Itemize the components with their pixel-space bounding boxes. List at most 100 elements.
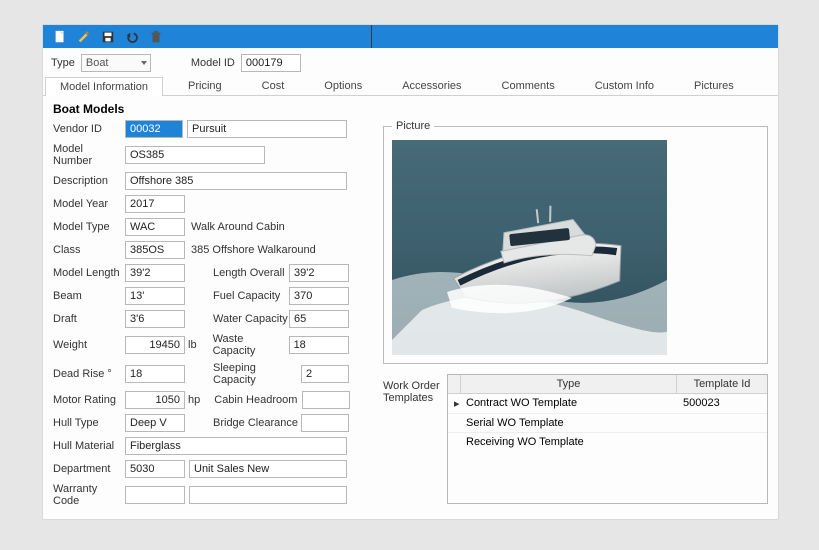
cabin-headroom-input[interactable] xyxy=(302,391,350,409)
td-template-id xyxy=(677,433,767,451)
tab-model-information[interactable]: Model Information xyxy=(45,77,163,96)
tab-options[interactable]: Options xyxy=(309,76,377,95)
picture-label: Picture xyxy=(392,120,434,132)
model-type-desc: Walk Around Cabin xyxy=(191,221,285,233)
th-type[interactable]: Type xyxy=(461,375,677,394)
form-right: Picture xyxy=(383,120,768,512)
vendor-id-desc[interactable] xyxy=(187,120,347,138)
work-order-table[interactable]: Type Template Id ▸ Contract WO Template … xyxy=(447,374,768,504)
model-type-label: Model Type xyxy=(53,221,125,233)
hull-material-label: Hull Material xyxy=(53,440,125,452)
water-capacity-input[interactable] xyxy=(289,310,349,328)
save-icon[interactable] xyxy=(101,30,115,44)
tab-cost[interactable]: Cost xyxy=(247,76,300,95)
delete-icon[interactable] xyxy=(149,30,163,44)
tab-pricing[interactable]: Pricing xyxy=(173,76,237,95)
model-type-input[interactable] xyxy=(125,218,185,236)
model-number-input[interactable] xyxy=(125,146,265,164)
tab-custom-info[interactable]: Custom Info xyxy=(580,76,669,95)
tab-accessories[interactable]: Accessories xyxy=(387,76,476,95)
boat-picture xyxy=(392,140,667,355)
table-empty-area xyxy=(448,451,767,503)
draft-label: Draft xyxy=(53,313,125,325)
top-filter: Type Model ID xyxy=(43,48,778,76)
warranty-code-desc[interactable] xyxy=(189,486,347,504)
department-desc[interactable] xyxy=(189,460,347,478)
hull-material-input[interactable] xyxy=(125,437,347,455)
table-header: Type Template Id xyxy=(448,375,767,394)
td-type: Serial WO Template xyxy=(460,414,677,432)
length-overall-label: Length Overall xyxy=(213,267,289,279)
work-order-block: Work Order Templates Type Template Id ▸ … xyxy=(383,374,768,504)
td-template-id: 500023 xyxy=(677,394,767,413)
td-type: Contract WO Template xyxy=(460,394,677,413)
fuel-capacity-input[interactable] xyxy=(289,287,349,305)
length-overall-input[interactable] xyxy=(289,264,349,282)
hull-type-input[interactable] xyxy=(125,414,185,432)
type-label: Type xyxy=(51,57,75,69)
weight-input[interactable] xyxy=(125,336,185,354)
undo-icon[interactable] xyxy=(125,30,139,44)
description-label: Description xyxy=(53,175,125,187)
row-pointer-icon: ▸ xyxy=(448,394,460,413)
motor-rating-input[interactable] xyxy=(125,391,185,409)
section-title: Boat Models xyxy=(53,102,768,116)
td-template-id xyxy=(677,414,767,432)
hull-type-label: Hull Type xyxy=(53,417,125,429)
form-left: Vendor ID Model Number Description Model… xyxy=(53,120,373,512)
table-row[interactable]: ▸ Contract WO Template 500023 xyxy=(448,394,767,414)
content: Boat Models Vendor ID Model Number Descr… xyxy=(43,96,778,518)
toolbar-divider xyxy=(371,25,372,48)
tab-pictures[interactable]: Pictures xyxy=(679,76,749,95)
dead-rise-label: Dead Rise ° xyxy=(53,368,125,380)
model-id-label: Model ID xyxy=(191,57,235,69)
work-order-label: Work Order Templates xyxy=(383,374,441,504)
warranty-code-label: Warranty Code xyxy=(53,483,125,507)
weight-unit: lb xyxy=(188,339,197,351)
motor-rating-unit: hp xyxy=(188,394,200,406)
bridge-clearance-input[interactable] xyxy=(301,414,349,432)
model-year-input[interactable] xyxy=(125,195,185,213)
model-number-label: Model Number xyxy=(53,143,125,167)
tabs: Model Information Pricing Cost Options A… xyxy=(43,76,778,96)
waste-capacity-input[interactable] xyxy=(289,336,349,354)
table-row[interactable]: Receiving WO Template xyxy=(448,433,767,451)
model-length-input[interactable] xyxy=(125,264,185,282)
description-input[interactable] xyxy=(125,172,347,190)
weight-label: Weight xyxy=(53,339,125,351)
main-panel: Type Model ID Model Information Pricing … xyxy=(42,24,779,520)
vendor-id-label: Vendor ID xyxy=(53,123,125,135)
sleeping-capacity-input[interactable] xyxy=(301,365,349,383)
th-template-id[interactable]: Template Id xyxy=(677,375,767,394)
type-dropdown-wrap xyxy=(81,54,151,72)
new-icon[interactable] xyxy=(53,30,67,44)
beam-input[interactable] xyxy=(125,287,185,305)
class-label: Class xyxy=(53,244,125,256)
department-label: Department xyxy=(53,463,125,475)
water-capacity-label: Water Capacity xyxy=(213,313,289,325)
vendor-id-input[interactable] xyxy=(125,120,183,138)
draft-input[interactable] xyxy=(125,310,185,328)
cabin-headroom-label: Cabin Headroom xyxy=(214,394,302,406)
beam-label: Beam xyxy=(53,290,125,302)
model-year-label: Model Year xyxy=(53,198,125,210)
model-length-label: Model Length xyxy=(53,267,125,279)
class-desc: 385 Offshore Walkaround xyxy=(191,244,316,256)
bridge-clearance-label: Bridge Clearance xyxy=(213,417,301,429)
dead-rise-input[interactable] xyxy=(125,365,185,383)
type-dropdown[interactable] xyxy=(81,54,151,72)
td-type: Receiving WO Template xyxy=(460,433,677,451)
tab-comments[interactable]: Comments xyxy=(487,76,570,95)
table-row[interactable]: Serial WO Template xyxy=(448,414,767,433)
edit-icon[interactable] xyxy=(77,30,91,44)
picture-group: Picture xyxy=(383,120,768,364)
toolbar xyxy=(43,25,778,48)
model-id-input[interactable] xyxy=(241,54,301,72)
waste-capacity-label: Waste Capacity xyxy=(213,333,289,357)
class-input[interactable] xyxy=(125,241,185,259)
department-input[interactable] xyxy=(125,460,185,478)
sleeping-capacity-label: Sleeping Capacity xyxy=(213,362,301,386)
fuel-capacity-label: Fuel Capacity xyxy=(213,290,289,302)
motor-rating-label: Motor Rating xyxy=(53,394,125,406)
warranty-code-input[interactable] xyxy=(125,486,185,504)
